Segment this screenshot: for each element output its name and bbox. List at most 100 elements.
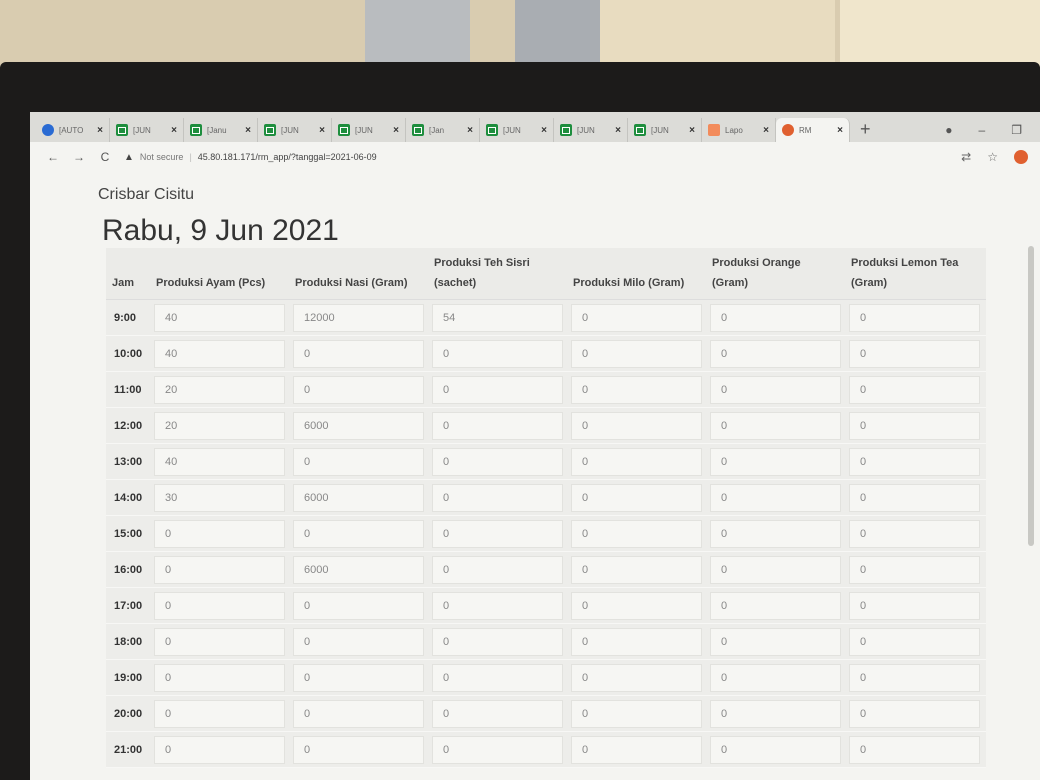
input-ayam[interactable]: 0 — [154, 519, 285, 548]
close-tab-icon[interactable]: × — [97, 125, 103, 136]
input-lemon-tea[interactable]: 0 — [849, 339, 980, 368]
browser-tab[interactable]: [Janu × — [184, 118, 258, 142]
input-teh-sisri[interactable]: 54 — [432, 303, 563, 332]
input-orange[interactable]: 0 — [710, 483, 841, 512]
input-lemon-tea[interactable]: 0 — [849, 591, 980, 620]
input-nasi[interactable]: 0 — [293, 447, 424, 476]
input-lemon-tea[interactable]: 0 — [849, 663, 980, 692]
close-tab-icon[interactable]: × — [171, 125, 177, 136]
input-milo[interactable]: 0 — [571, 483, 702, 512]
close-tab-icon[interactable]: × — [467, 125, 473, 136]
input-lemon-tea[interactable]: 0 — [849, 447, 980, 476]
input-milo[interactable]: 0 — [571, 447, 702, 476]
input-orange[interactable]: 0 — [710, 555, 841, 584]
input-milo[interactable]: 0 — [571, 627, 702, 656]
input-ayam[interactable]: 40 — [154, 339, 285, 368]
input-nasi[interactable]: 0 — [293, 339, 424, 368]
input-nasi[interactable]: 6000 — [293, 411, 424, 440]
profile-avatar-icon[interactable] — [1014, 150, 1028, 164]
browser-tab[interactable]: RM × — [776, 118, 850, 142]
input-orange[interactable]: 0 — [710, 339, 841, 368]
close-tab-icon[interactable]: × — [837, 125, 843, 136]
input-ayam[interactable]: 40 — [154, 447, 285, 476]
input-orange[interactable]: 0 — [710, 303, 841, 332]
input-teh-sisri[interactable]: 0 — [432, 339, 563, 368]
input-lemon-tea[interactable]: 0 — [849, 699, 980, 728]
forward-icon[interactable]: → — [72, 150, 86, 164]
translate-icon[interactable]: ⇄ — [961, 150, 971, 164]
browser-tab[interactable]: [JUN × — [258, 118, 332, 142]
input-milo[interactable]: 0 — [571, 519, 702, 548]
browser-tab[interactable]: [JUN × — [628, 118, 702, 142]
input-orange[interactable]: 0 — [710, 447, 841, 476]
input-ayam[interactable]: 0 — [154, 591, 285, 620]
input-lemon-tea[interactable]: 0 — [849, 483, 980, 512]
new-tab-button[interactable]: + — [850, 118, 881, 142]
input-teh-sisri[interactable]: 0 — [432, 627, 563, 656]
input-ayam[interactable]: 40 — [154, 303, 285, 332]
input-lemon-tea[interactable]: 0 — [849, 519, 980, 548]
close-tab-icon[interactable]: × — [615, 125, 621, 136]
input-milo[interactable]: 0 — [571, 555, 702, 584]
input-milo[interactable]: 0 — [571, 735, 702, 764]
browser-tab[interactable]: [JUN × — [480, 118, 554, 142]
input-teh-sisri[interactable]: 0 — [432, 663, 563, 692]
input-ayam[interactable]: 0 — [154, 699, 285, 728]
close-tab-icon[interactable]: × — [245, 125, 251, 136]
input-nasi[interactable]: 0 — [293, 591, 424, 620]
input-nasi[interactable]: 6000 — [293, 555, 424, 584]
input-teh-sisri[interactable]: 0 — [432, 735, 563, 764]
input-nasi[interactable]: 0 — [293, 627, 424, 656]
close-tab-icon[interactable]: × — [393, 125, 399, 136]
input-lemon-tea[interactable]: 0 — [849, 375, 980, 404]
input-orange[interactable]: 0 — [710, 591, 841, 620]
input-nasi[interactable]: 0 — [293, 519, 424, 548]
browser-tab[interactable]: [AUTO × — [36, 118, 110, 142]
restore-icon[interactable]: ❐ — [1011, 123, 1022, 137]
input-ayam[interactable]: 30 — [154, 483, 285, 512]
close-tab-icon[interactable]: × — [541, 125, 547, 136]
input-orange[interactable]: 0 — [710, 735, 841, 764]
input-teh-sisri[interactable]: 0 — [432, 519, 563, 548]
input-teh-sisri[interactable]: 0 — [432, 411, 563, 440]
input-nasi[interactable]: 0 — [293, 663, 424, 692]
input-lemon-tea[interactable]: 0 — [849, 411, 980, 440]
input-ayam[interactable]: 0 — [154, 663, 285, 692]
input-ayam[interactable]: 0 — [154, 627, 285, 656]
browser-tab[interactable]: [JUN × — [332, 118, 406, 142]
input-teh-sisri[interactable]: 0 — [432, 591, 563, 620]
input-teh-sisri[interactable]: 0 — [432, 555, 563, 584]
input-lemon-tea[interactable]: 0 — [849, 627, 980, 656]
minimize-icon[interactable]: – — [979, 123, 986, 137]
close-tab-icon[interactable]: × — [319, 125, 325, 136]
input-teh-sisri[interactable]: 0 — [432, 483, 563, 512]
omnibox[interactable]: ▲ Not secure | 45.80.181.171/rm_app/?tan… — [124, 152, 377, 163]
reload-icon[interactable]: C — [98, 150, 112, 164]
input-teh-sisri[interactable]: 0 — [432, 699, 563, 728]
input-ayam[interactable]: 0 — [154, 555, 285, 584]
browser-tab[interactable]: [JUN × — [110, 118, 184, 142]
bookmark-star-icon[interactable]: ☆ — [987, 150, 998, 164]
input-milo[interactable]: 0 — [571, 663, 702, 692]
input-milo[interactable]: 0 — [571, 339, 702, 368]
input-milo[interactable]: 0 — [571, 411, 702, 440]
input-nasi[interactable]: 6000 — [293, 483, 424, 512]
input-nasi[interactable]: 0 — [293, 735, 424, 764]
input-orange[interactable]: 0 — [710, 519, 841, 548]
browser-tab[interactable]: Lapo × — [702, 118, 776, 142]
input-orange[interactable]: 0 — [710, 375, 841, 404]
scrollbar[interactable] — [1028, 246, 1034, 546]
input-teh-sisri[interactable]: 0 — [432, 447, 563, 476]
input-orange[interactable]: 0 — [710, 411, 841, 440]
input-lemon-tea[interactable]: 0 — [849, 555, 980, 584]
input-orange[interactable]: 0 — [710, 663, 841, 692]
input-nasi[interactable]: 0 — [293, 699, 424, 728]
input-ayam[interactable]: 20 — [154, 375, 285, 404]
input-ayam[interactable]: 0 — [154, 735, 285, 764]
browser-tab[interactable]: [JUN × — [554, 118, 628, 142]
input-lemon-tea[interactable]: 0 — [849, 303, 980, 332]
input-orange[interactable]: 0 — [710, 627, 841, 656]
input-lemon-tea[interactable]: 0 — [849, 735, 980, 764]
input-milo[interactable]: 0 — [571, 375, 702, 404]
input-orange[interactable]: 0 — [710, 699, 841, 728]
